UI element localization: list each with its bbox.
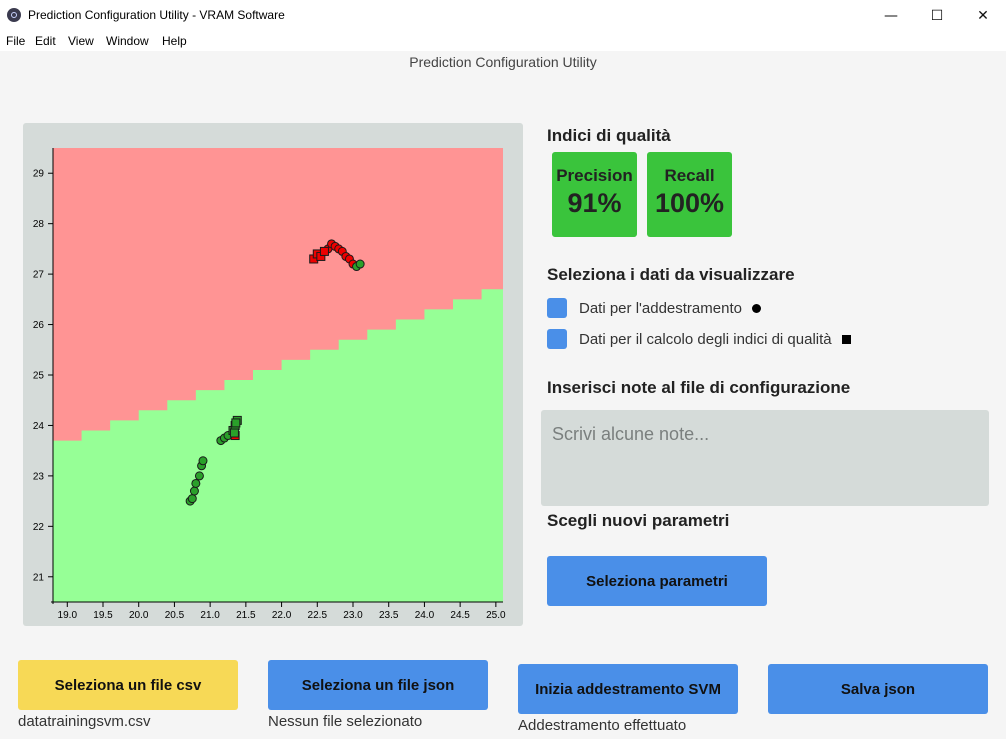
params-heading: Scegli nuovi parametri: [547, 511, 730, 530]
point-red-square: [319, 246, 329, 256]
x-tick-label: 19.5: [93, 610, 113, 621]
recall-label: Recall: [664, 166, 715, 185]
window-title: Prediction Configuration Utility - VRAM …: [28, 8, 285, 22]
point-green-circle: [187, 494, 197, 504]
circle-marker-icon: [751, 303, 761, 313]
x-tick-label: 20.5: [165, 610, 185, 621]
x-tick-label: 24.5: [450, 610, 470, 621]
x-tick-label: 20.0: [129, 610, 149, 621]
y-tick-label: 27: [33, 270, 45, 281]
point-green-circle: [355, 259, 365, 269]
select-json-button[interactable]: Seleziona un file json: [268, 660, 488, 710]
recall-value: 100%: [654, 188, 725, 218]
recall-card: Recall 100%: [647, 152, 732, 237]
quality-data-label: Dati per il calcolo degli indici di qual…: [579, 330, 832, 348]
training-data-checkbox[interactable]: [547, 298, 567, 318]
y-tick-label: 29: [33, 169, 45, 180]
maximize-button[interactable]: ☐: [914, 0, 960, 31]
menu-file[interactable]: File: [6, 34, 25, 48]
menu-bar: File Edit View Window Help: [0, 31, 1006, 51]
close-icon: ✕: [977, 7, 989, 24]
x-tick-label: 23.0: [343, 610, 363, 621]
y-tick-label: 23: [33, 471, 45, 482]
y-tick-label: 26: [33, 320, 45, 331]
minimize-icon: —: [884, 7, 898, 24]
x-tick-label: 22.5: [308, 610, 328, 621]
point-green-square: [229, 428, 239, 438]
point-green-circle: [189, 486, 199, 496]
x-tick-label: 22.0: [272, 610, 292, 621]
x-tick-label: 21.5: [236, 610, 256, 621]
json-filename: Nessun file selezionato: [268, 713, 423, 730]
menu-edit[interactable]: Edit: [35, 34, 56, 48]
maximize-icon: ☐: [930, 7, 944, 24]
page-title: Prediction Configuration Utility: [409, 54, 597, 70]
training-status: Addestramento effettuato: [518, 717, 687, 734]
point-green-square: [231, 418, 241, 428]
y-tick-label: 24: [33, 421, 45, 432]
notes-input[interactable]: [541, 410, 989, 506]
precision-label: Precision: [556, 166, 633, 185]
x-tick-label: 25.0: [486, 610, 506, 621]
quality-data-checkbox[interactable]: [547, 329, 567, 349]
x-tick-label: 19.0: [58, 610, 78, 621]
x-tick-label: 23.5: [379, 610, 399, 621]
quality-data-option[interactable]: Dati per il calcolo degli indici di qual…: [547, 328, 851, 350]
save-json-button[interactable]: Salva json: [768, 664, 988, 714]
title-bar: Prediction Configuration Utility - VRAM …: [0, 0, 1006, 31]
menu-view[interactable]: View: [68, 34, 94, 48]
menu-window[interactable]: Window: [106, 34, 149, 48]
notes-heading: Inserisci note al file di configurazione: [547, 378, 851, 397]
visualize-heading: Seleziona i dati da visualizzare: [547, 265, 795, 284]
x-tick-label: 24.0: [415, 610, 435, 621]
app-icon: [7, 8, 21, 22]
select-params-button[interactable]: Seleziona parametri: [547, 556, 767, 606]
decision-boundary-chart[interactable]: 19.0 19.5 20.0 20.5 21.0 21.5 22.0 22.5 23.0 23.5…: [23, 123, 523, 626]
select-csv-button[interactable]: Seleziona un file csv: [18, 660, 238, 710]
menu-help[interactable]: Help: [162, 34, 187, 48]
x-tick-label: 21.0: [200, 610, 220, 621]
minimize-button[interactable]: —: [868, 0, 914, 31]
plot-panel: 19.0 19.5 20.0 20.5 21.0 21.5 22.0 22.5 23.0 23.5…: [23, 123, 523, 626]
precision-value: 91%: [567, 188, 622, 218]
y-tick-label: 25: [33, 371, 45, 382]
quality-heading: Indici di qualità: [547, 126, 671, 145]
point-green-circle: [194, 471, 204, 481]
start-training-button[interactable]: Inizia addestramento SVM: [518, 664, 738, 714]
y-tick-label: 22: [33, 522, 45, 533]
point-green-circle: [191, 478, 201, 488]
y-tick-label: 28: [33, 219, 45, 230]
y-tick-label: 21: [33, 572, 45, 583]
precision-card: Precision 91%: [552, 152, 637, 237]
close-button[interactable]: ✕: [960, 0, 1006, 31]
point-green-circle: [198, 456, 208, 466]
training-data-label: Dati per l'addestramento: [579, 299, 742, 317]
square-marker-icon: [841, 334, 851, 344]
csv-filename: datatrainingsvm.csv: [18, 713, 151, 730]
training-data-option[interactable]: Dati per l'addestramento: [547, 297, 761, 319]
